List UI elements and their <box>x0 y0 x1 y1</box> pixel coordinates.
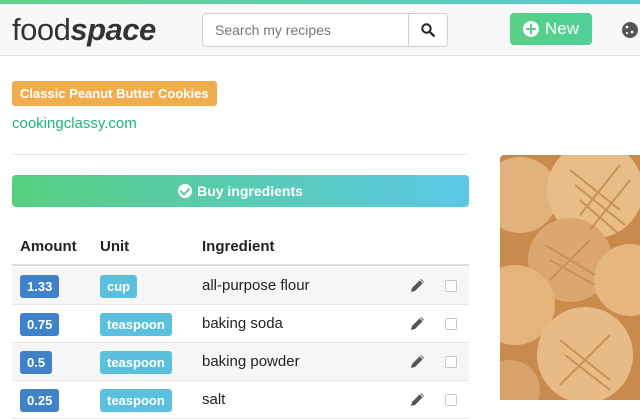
pencil-icon[interactable] <box>409 315 426 332</box>
amount-badge: 1.33 <box>20 275 60 298</box>
divider <box>12 154 468 155</box>
recipe-photo <box>500 155 640 400</box>
row-checkbox[interactable] <box>445 394 457 406</box>
check-circle-icon <box>178 184 193 198</box>
pencil-icon[interactable] <box>409 277 426 294</box>
unit-badge: teaspoon <box>100 351 172 374</box>
ingredients-table-header: Amount Unit Ingredient <box>12 228 469 266</box>
recipe-title-badge: Classic Peanut Butter Cookies <box>12 81 217 106</box>
logo-food: food <box>12 12 71 47</box>
amount-badge: 0.25 <box>20 389 60 412</box>
row-checkbox[interactable] <box>445 356 457 368</box>
unit-column-header: Unit <box>100 238 130 255</box>
cookie-icon[interactable] <box>620 21 640 39</box>
header-bar: foodspace New <box>0 4 640 56</box>
row-checkbox[interactable] <box>445 318 457 330</box>
search-icon <box>421 23 435 37</box>
search-button[interactable] <box>408 14 447 46</box>
plus-circle-icon <box>522 21 539 37</box>
ingredient-name: baking soda <box>202 315 283 332</box>
new-recipe-button[interactable]: New <box>510 13 592 45</box>
buy-ingredients-label: Buy ingredients <box>197 183 303 199</box>
unit-badge: cup <box>100 275 138 298</box>
table-row: 1.33 cup all-purpose flour <box>12 267 469 305</box>
search-box <box>202 13 448 47</box>
new-button-label: New <box>544 19 579 38</box>
amount-badge: 0.5 <box>20 351 53 374</box>
search-input[interactable] <box>203 14 408 46</box>
table-row: 0.75 teaspoon baking soda <box>12 305 469 343</box>
ingredient-name: all-purpose flour <box>202 277 310 294</box>
app-logo[interactable]: foodspace <box>12 12 156 48</box>
ingredient-column-header: Ingredient <box>202 238 275 255</box>
amount-column-header: Amount <box>20 238 77 255</box>
pencil-icon[interactable] <box>409 353 426 370</box>
amount-badge: 0.75 <box>20 313 60 336</box>
ingredient-name: baking powder <box>202 353 300 370</box>
table-row: 0.25 teaspoon salt <box>12 381 469 419</box>
unit-badge: teaspoon <box>100 313 172 336</box>
unit-badge: teaspoon <box>100 389 172 412</box>
buy-ingredients-button[interactable]: Buy ingredients <box>12 175 469 207</box>
logo-space: space <box>70 12 156 47</box>
row-checkbox[interactable] <box>445 280 457 292</box>
table-row: 0.5 teaspoon baking powder <box>12 343 469 381</box>
recipe-source-link[interactable]: cookingclassy.com <box>12 115 137 132</box>
